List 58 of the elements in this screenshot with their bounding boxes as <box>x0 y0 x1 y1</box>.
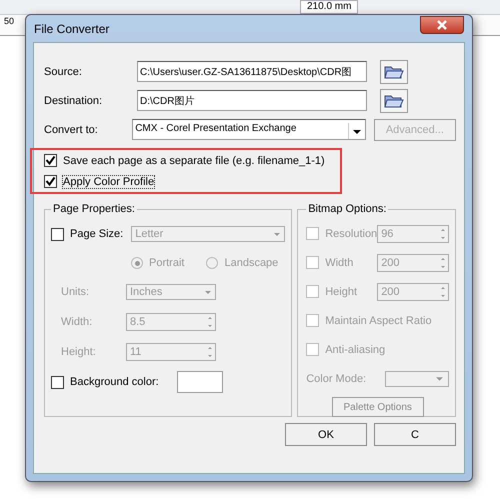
checkbox-label: Background color: <box>70 376 159 388</box>
checkbox-label: Resolution <box>325 228 378 240</box>
option-label: Save each page as a separate file (e.g. filename_1-1) <box>63 154 325 166</box>
option-label: Apply Color Profile <box>63 176 154 188</box>
check-icon <box>45 155 56 166</box>
page-width-field[interactable]: 210.0 mm <box>300 0 358 14</box>
field-label: Destination: <box>44 94 104 106</box>
checkbox[interactable] <box>306 314 320 327</box>
palette-options-button[interactable]: Palette Options <box>332 397 424 417</box>
field-label: Units: <box>61 286 90 298</box>
spin-field[interactable]: 200 <box>377 282 450 300</box>
dialog-button[interactable]: C <box>374 423 456 446</box>
orientation-radio[interactable]: Portrait <box>131 257 184 269</box>
units-dropdown[interactable]: Inches <box>126 284 216 300</box>
radio-button[interactable] <box>206 257 218 269</box>
window-title: File Converter <box>34 22 110 36</box>
folder-icon <box>384 92 404 108</box>
option-checkbox[interactable]: Apply Color Profile <box>44 175 340 188</box>
close-button[interactable] <box>420 16 464 34</box>
format-dropdown[interactable]: CMX - Corel Presentation Exchange <box>132 119 366 140</box>
checkbox[interactable] <box>44 154 57 167</box>
path-field[interactable]: D:\CDR图片 <box>137 90 367 111</box>
radio-button[interactable] <box>131 257 143 269</box>
checkbox-label: Width <box>325 256 354 268</box>
checkbox-label: Maintain Aspect Ratio <box>325 314 432 326</box>
checkbox-label: Height <box>325 286 357 298</box>
checkbox[interactable] <box>306 256 320 269</box>
spin-field[interactable]: 8.5 <box>126 313 216 331</box>
browse-button[interactable] <box>380 60 408 84</box>
checkbox[interactable] <box>44 175 57 188</box>
color-mode-dropdown[interactable] <box>385 370 450 386</box>
dialog-button[interactable]: OK <box>285 423 367 446</box>
path-field[interactable]: C:\Users\user.GZ-SA13611875\Desktop\CDR图 <box>137 61 367 82</box>
checkbox[interactable] <box>51 376 64 388</box>
orientation-radio[interactable]: Landscape <box>206 257 278 269</box>
spin-field[interactable]: 11 <box>126 343 216 361</box>
close-icon <box>436 20 448 30</box>
check-icon <box>45 176 56 187</box>
field-label: Source: <box>44 66 83 78</box>
field-label: Convert to: <box>44 124 99 136</box>
field-label: Color Mode: <box>306 372 368 384</box>
group-title: Bitmap Options: <box>307 203 388 215</box>
group-title: Page Properties: <box>52 203 136 215</box>
field-label: Width: <box>61 316 94 328</box>
field-label: Height: <box>61 346 97 358</box>
checkbox-label: Anti-aliasing <box>325 344 386 356</box>
checkbox[interactable] <box>306 285 320 298</box>
checkbox-label: Page Size: <box>70 228 124 240</box>
checkbox[interactable] <box>306 343 320 356</box>
spin-field[interactable]: 96 <box>377 224 450 242</box>
color-swatch[interactable] <box>176 371 223 393</box>
dropdown-arrow-icon <box>436 376 444 380</box>
spin-field[interactable]: 200 <box>377 254 450 272</box>
folder-icon <box>384 64 404 80</box>
ruler-mark: 50 <box>4 16 14 26</box>
option-checkbox[interactable]: Save each page as a separate file (e.g. filename_1-1) <box>44 154 340 167</box>
checkbox[interactable] <box>306 227 320 240</box>
browse-button[interactable] <box>380 88 408 112</box>
